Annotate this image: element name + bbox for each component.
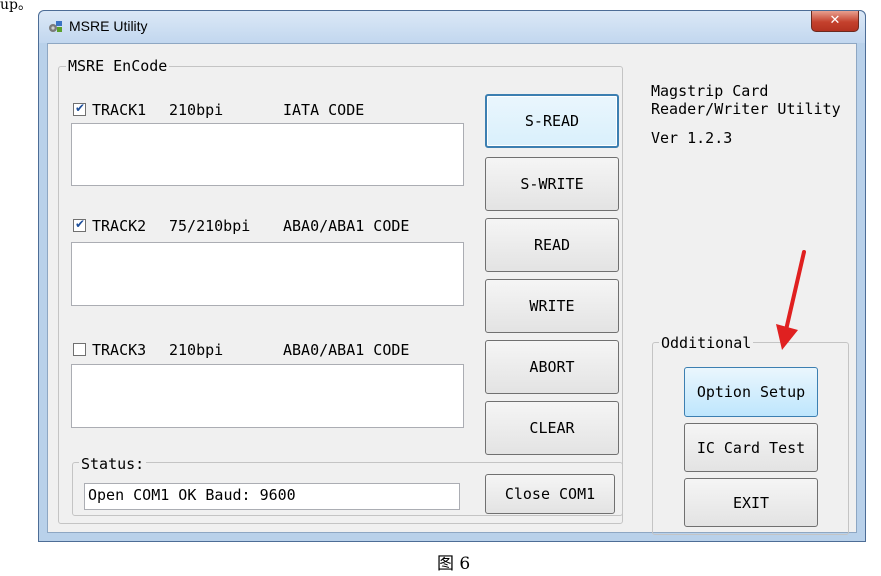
track2-name: TRACK2 xyxy=(92,217,147,235)
s-read-button[interactable]: S-READ xyxy=(485,94,619,148)
checkmark-icon: ✔ xyxy=(75,101,86,115)
track3-bpi: 210bpi xyxy=(169,341,224,359)
track3-checkbox[interactable] xyxy=(73,343,86,356)
track3-data-field[interactable] xyxy=(71,364,464,428)
app-icon xyxy=(49,21,62,32)
title-bar[interactable]: MSRE Utility ✕ xyxy=(39,11,865,43)
version-label: Ver 1.2.3 xyxy=(651,129,733,147)
info-line1: Magstrip Card xyxy=(651,82,769,100)
window-title: MSRE Utility xyxy=(69,18,148,34)
track3-name: TRACK3 xyxy=(92,341,147,359)
close-com-button[interactable]: Close COM1 xyxy=(485,474,615,514)
track3-code: ABA0/ABA1 CODE xyxy=(283,341,410,359)
track2-checkbox[interactable]: ✔ xyxy=(73,217,86,232)
clear-button[interactable]: CLEAR xyxy=(485,401,619,455)
info-line2: Reader/Writer Utility xyxy=(651,100,841,118)
write-button[interactable]: WRITE xyxy=(485,279,619,333)
track1-data-field[interactable] xyxy=(71,123,464,186)
track1-checkbox[interactable]: ✔ xyxy=(73,101,86,116)
checkmark-icon: ✔ xyxy=(75,217,86,231)
track1-code: IATA CODE xyxy=(283,101,365,119)
option-setup-button[interactable]: Option Setup xyxy=(684,367,818,417)
track1-name: TRACK1 xyxy=(92,101,147,119)
close-button[interactable]: ✕ xyxy=(811,11,859,32)
track1-bpi: 210bpi xyxy=(169,101,224,119)
track2-bpi: 75/210bpi xyxy=(169,217,251,235)
status-legend: Status: xyxy=(79,455,147,473)
app-window: MSRE Utility ✕ MSRE EnCode ✔ TRACK1 210b… xyxy=(38,10,866,542)
s-write-button[interactable]: S-WRITE xyxy=(485,157,619,211)
client-area: MSRE EnCode ✔ TRACK1 210bpi IATA CODE ✔ … xyxy=(47,43,857,535)
additional-legend: Odditional xyxy=(659,334,754,352)
exit-button[interactable]: EXIT xyxy=(684,478,818,527)
ic-card-test-button[interactable]: IC Card Test xyxy=(684,423,818,472)
track2-code: ABA0/ABA1 CODE xyxy=(283,217,410,235)
encode-group-legend: MSRE EnCode xyxy=(66,57,170,75)
abort-button[interactable]: ABORT xyxy=(485,340,619,394)
stray-text: up。 xyxy=(0,0,32,13)
annotation-arrow-icon xyxy=(776,250,806,350)
figure-caption: 图 6 xyxy=(437,554,471,574)
read-button[interactable]: READ xyxy=(485,218,619,272)
close-icon: ✕ xyxy=(829,13,841,28)
track2-data-field[interactable] xyxy=(71,242,464,306)
status-field: Open COM1 OK Baud: 9600 xyxy=(84,483,460,510)
